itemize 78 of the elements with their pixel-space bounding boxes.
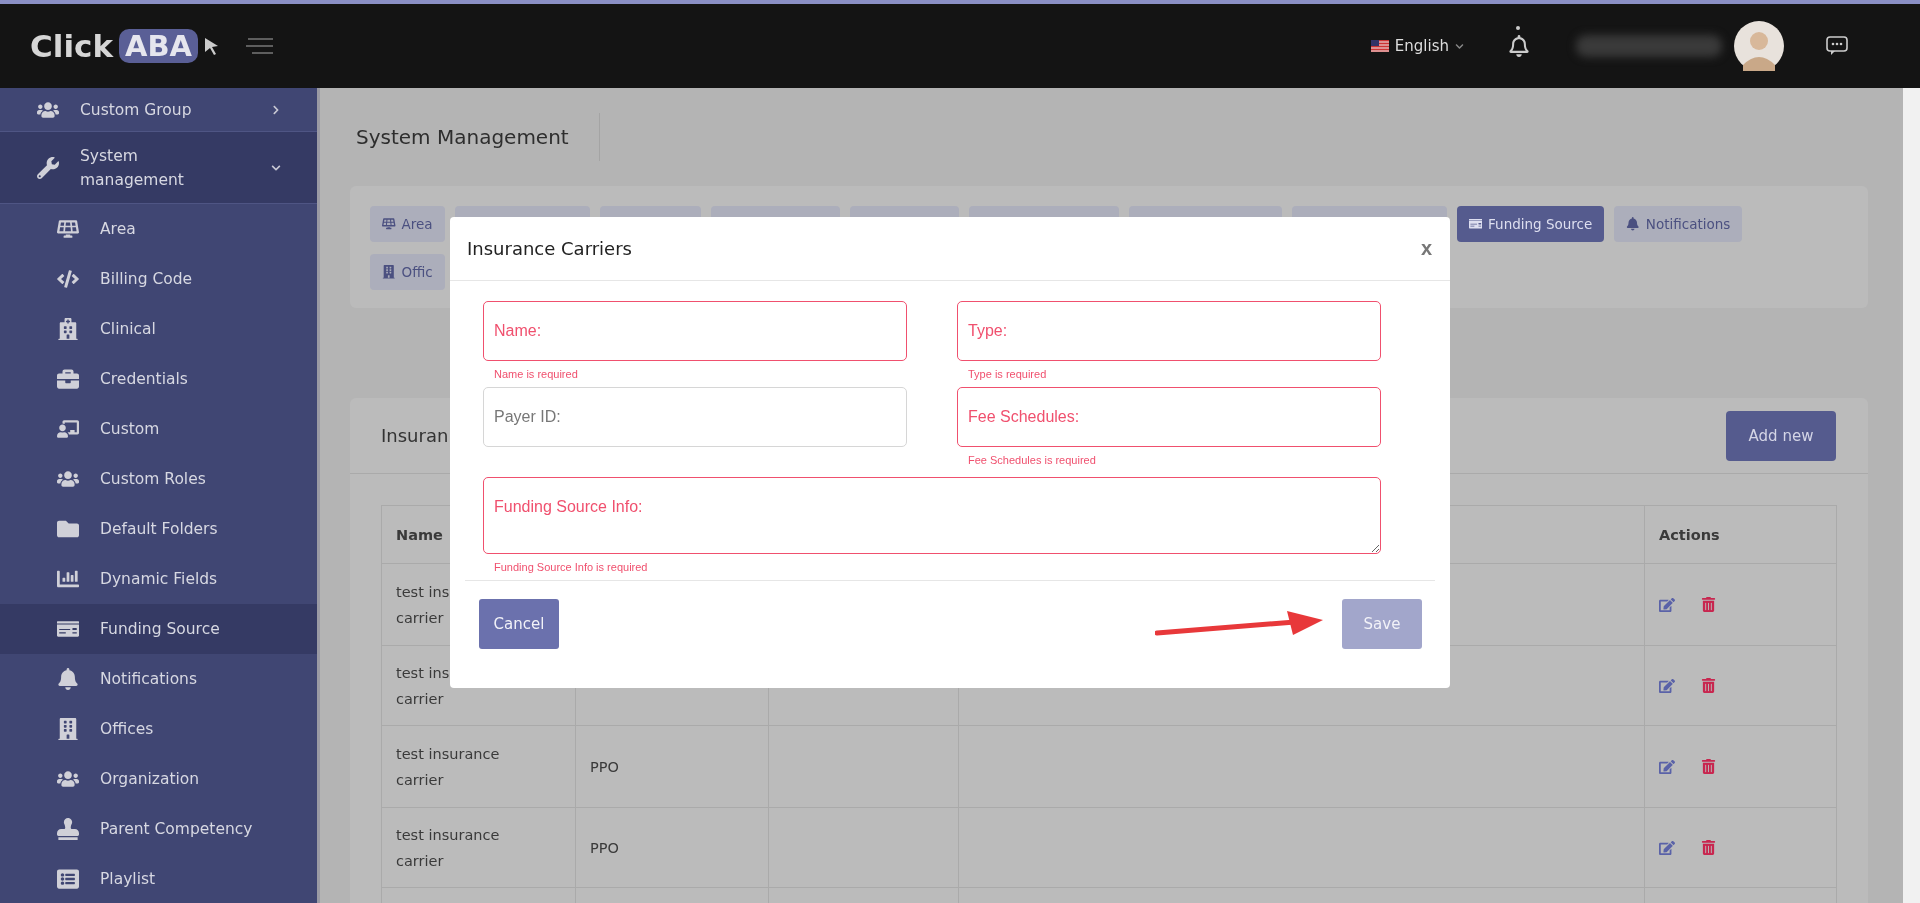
sidebar-item[interactable]: Notifications [0,654,317,704]
sidebar-item[interactable]: Clinical [0,304,317,354]
close-button[interactable]: x [1420,237,1432,260]
tab[interactable]: Funding Source [1456,206,1605,242]
sidebar-item[interactable]: System management [0,132,317,204]
sidebar-item[interactable]: Custom [0,404,317,454]
sidebar-icon [57,568,79,590]
tab-icon [382,265,396,279]
sidebar-item[interactable]: Organization [0,754,317,804]
logo-text: Click [30,28,113,64]
sidebar-item[interactable]: Area [0,204,317,254]
delete-icon[interactable] [1701,840,1716,855]
scrollbar[interactable] [1903,88,1920,903]
sidebar-item[interactable]: Funding Source [0,604,317,654]
chat-icon[interactable] [1826,36,1848,56]
avatar[interactable] [1734,21,1784,71]
tab-icon [1468,217,1483,231]
sidebar-icon [57,318,79,340]
sidebar-icon [37,156,59,179]
table-cell: PPO [576,726,769,808]
edit-icon[interactable] [1659,758,1675,775]
table-cell: test insurance carrier [382,808,576,888]
add-new-button[interactable]: Add new [1726,410,1836,461]
input-field[interactable]: Fee Schedules: [957,387,1381,447]
text-area[interactable]: Funding Source Info: [483,477,1381,554]
edit-icon[interactable] [1659,677,1675,694]
sidebar-item[interactable]: Parent Competency [0,804,317,854]
sidebar-item[interactable]: Default Folders [0,504,317,554]
sidebar-icon [57,468,79,490]
sidebar-icon [57,418,79,440]
notification-dot [1516,26,1520,30]
cancel-button[interactable]: Cancel [479,599,559,649]
sidebar-item[interactable]: Credentials [0,354,317,404]
table-cell: PPO [576,808,769,888]
sidebar-icon [57,718,79,740]
error-message: Fee Schedules is required [967,453,1096,468]
modal-title: Insurance Carriers [467,238,632,259]
tab-icon [1626,217,1640,231]
tab[interactable]: Area [370,206,445,242]
edit-icon[interactable] [1659,596,1675,613]
sidebar-icon [57,868,79,890]
page-title: System Management [356,113,600,161]
delete-icon[interactable] [1701,759,1716,774]
tab[interactable]: Offic [370,254,445,290]
language-dropdown[interactable]: English [1370,37,1464,55]
sidebar-item[interactable]: Billing Code [0,254,317,304]
sidebar-item[interactable]: Offices [0,704,317,754]
logo-badge: ABA [119,29,198,63]
flag-icon [1370,40,1389,52]
chevron-icon [271,104,281,115]
error-message: Type is required [967,367,1047,382]
cursor-icon [204,37,220,55]
sidebar-icon [57,668,79,690]
sidebar-item[interactable]: Playlist [0,854,317,903]
delete-icon[interactable] [1701,678,1716,693]
bell-icon[interactable] [1508,35,1530,57]
sidebar-icon [57,768,79,790]
tab[interactable]: Notifications [1614,206,1743,242]
sidebar-item[interactable]: Dynamic Fields [0,554,317,604]
edit-icon[interactable] [1659,839,1675,856]
column-header: Actions [1645,506,1837,564]
error-message: Name is required [493,367,578,382]
sidebar-item[interactable]: Custom Roles [0,454,317,504]
sidebar-icon [57,818,79,840]
chevron-icon [271,162,281,173]
delete-icon[interactable] [1701,597,1716,612]
sidebar-icon [57,218,79,240]
table-cell: test insurance carrier [382,726,576,808]
input-field[interactable]: Type: [957,301,1381,361]
tab-icon [382,217,396,231]
input-field[interactable]: Name: [483,301,907,361]
menu-icon[interactable] [246,38,274,54]
sidebar-icon [57,368,79,390]
caret-icon [1455,41,1464,51]
sidebar-icon [57,268,79,290]
sidebar-icon [57,618,79,640]
sidebar-icon [57,518,79,540]
card-title: Insuran [381,425,449,446]
